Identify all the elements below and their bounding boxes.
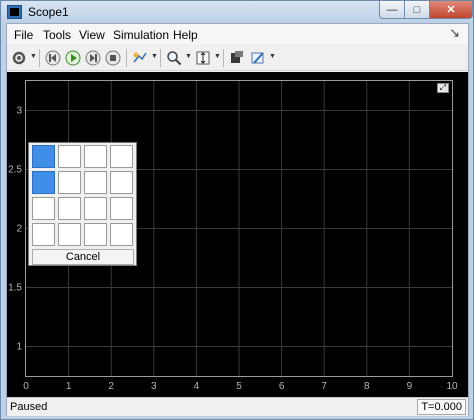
title-bar[interactable]: Scope1 — □ ✕ [1,1,473,23]
scope-window: Scope1 — □ ✕ File Tools View Simulation … [0,0,474,420]
close-button[interactable]: ✕ [429,1,473,19]
highlight-icon[interactable] [130,48,150,68]
x-tick-label: 6 [279,381,285,392]
layout-picker: Cancel [28,142,137,266]
highlight-dropdown-icon[interactable]: ▼ [151,53,158,60]
x-tick-label: 10 [446,381,458,392]
layout-cell[interactable] [58,197,81,220]
x-tick-label: 0 [23,381,29,392]
minimize-button[interactable]: — [379,1,405,19]
x-tick-label: 7 [321,381,327,392]
toolbar-separator [39,49,40,67]
y-tick-label: 1 [16,342,22,353]
zoom-icon[interactable] [164,48,184,68]
autoscale-dropdown-icon[interactable]: ▼ [214,53,221,60]
y-tick-label: 3 [16,106,22,117]
menu-view[interactable]: View [79,28,105,42]
x-tick-label: 9 [407,381,413,392]
x-tick-label: 4 [194,381,200,392]
y-tick-label: 2.5 [8,165,22,176]
layout-cell[interactable] [32,223,55,246]
x-tick-label: 3 [151,381,157,392]
layout-icon[interactable] [227,48,247,68]
window-title: Scope1 [28,5,69,19]
x-tick-label: 1 [66,381,72,392]
settings-dropdown-icon[interactable]: ▼ [30,53,37,60]
x-tick-label: 5 [236,381,242,392]
client-area: File Tools View Simulation Help ↘ ▼ ▼ ▼ … [6,23,469,416]
zoom-dropdown-icon[interactable]: ▼ [185,53,192,60]
layout-cell[interactable] [84,223,107,246]
menu-simulation[interactable]: Simulation [113,28,169,42]
scope-app-icon [7,5,22,19]
status-text: Paused [10,401,48,413]
menu-help[interactable]: Help [173,28,198,42]
style-dropdown-icon[interactable]: ▼ [269,53,276,60]
layout-cell[interactable] [32,197,55,220]
status-bar: Paused T=0.000 [7,397,468,416]
x-tick-label: 8 [364,381,370,392]
layout-cell[interactable] [110,171,133,194]
stop-icon[interactable] [103,48,123,68]
layout-cell[interactable] [84,145,107,168]
layout-cell[interactable] [58,145,81,168]
y-tick-label: 2 [16,224,22,235]
dock-arrow-icon[interactable]: ↘ [449,25,460,41]
toolbar-separator [160,49,161,67]
cancel-button[interactable]: Cancel [32,249,134,265]
layout-cell[interactable] [110,197,133,220]
toolbar-separator [126,49,127,67]
menu-tools[interactable]: Tools [43,28,71,42]
toolbar: ▼ ▼ ▼ ▼ ▼ [7,45,468,71]
autoscale-icon[interactable] [193,48,213,68]
style-icon[interactable] [248,48,268,68]
maximize-button[interactable]: □ [404,1,430,19]
layout-cell[interactable] [58,171,81,194]
simulation-time: T=0.000 [417,399,466,415]
run-icon[interactable] [63,48,83,68]
layout-cell[interactable] [84,171,107,194]
x-tick-label: 2 [108,381,114,392]
layout-cell[interactable] [84,197,107,220]
step-forward-icon[interactable] [83,48,103,68]
settings-icon[interactable] [9,48,29,68]
layout-cell[interactable] [32,145,55,168]
layout-cell[interactable] [110,223,133,246]
menu-file[interactable]: File [14,28,33,42]
toolbar-separator [223,49,224,67]
layout-cell[interactable] [32,171,55,194]
layout-cell[interactable] [110,145,133,168]
y-tick-label: 1.5 [8,283,22,294]
step-back-icon[interactable] [43,48,63,68]
menu-bar: File Tools View Simulation Help ↘ [7,24,468,44]
layout-cell[interactable] [58,223,81,246]
